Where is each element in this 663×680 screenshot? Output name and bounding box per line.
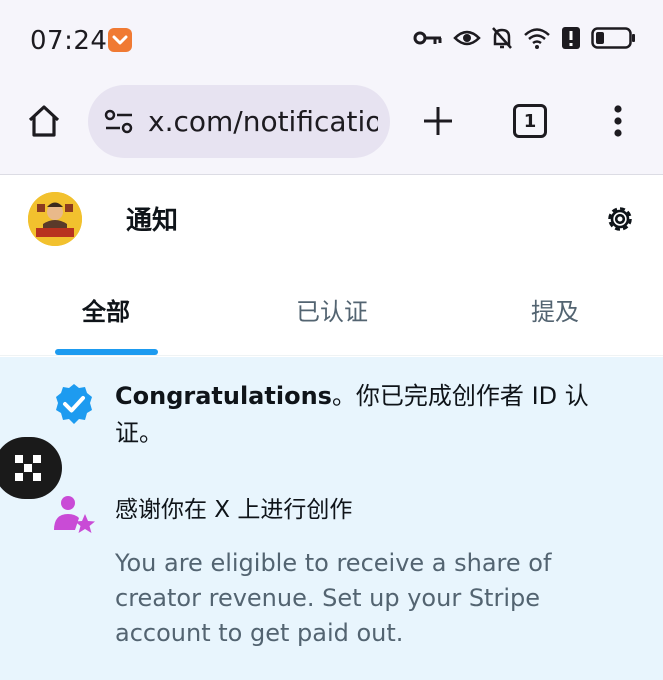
more-vert-icon [614, 105, 622, 137]
tab-count: 1 [523, 110, 537, 132]
notification-text: Congratulations。你已完成创作者 ID 认证。 [115, 378, 615, 452]
tab-mentions-label: 提及 [531, 298, 579, 326]
battery-icon [591, 27, 635, 49]
verified-badge-icon [52, 382, 96, 430]
tab-all-label: 全部 [82, 298, 130, 326]
key-icon [413, 31, 442, 45]
new-tab-button[interactable] [420, 103, 456, 139]
page-title: 通知 [126, 206, 179, 236]
tab-divider [0, 355, 663, 356]
home-icon [28, 105, 60, 137]
notification-body: You are eligible to receive a share of c… [115, 549, 552, 647]
wifi-icon [524, 28, 550, 49]
home-button[interactable] [24, 101, 64, 141]
avatar-image [28, 192, 82, 246]
tab-switcher-button[interactable]: 1 [513, 104, 547, 138]
notification-strong: Congratulations [115, 382, 332, 410]
site-settings-icon[interactable] [104, 107, 134, 141]
bell-off-icon [492, 27, 512, 49]
alert-icon [562, 27, 580, 49]
notification-title: 感谢你在 X 上进行创作 [115, 497, 353, 523]
tab-all[interactable]: 全部 [56, 292, 156, 327]
tab-mentions[interactable]: 提及 [505, 292, 605, 327]
app-notification-icon [108, 28, 132, 52]
browser-chrome: 07:24 x.com/notifications 1 [0, 0, 663, 175]
tab-verified[interactable]: 已认证 [272, 292, 392, 327]
avatar[interactable] [28, 192, 82, 246]
grid-x-icon [15, 455, 41, 481]
tab-verified-label: 已认证 [296, 298, 368, 326]
status-time: 07:24 [30, 26, 108, 56]
eye-icon [453, 30, 481, 46]
settings-button[interactable] [604, 203, 636, 239]
gear-icon [608, 207, 632, 231]
creator-icon [53, 494, 97, 542]
floating-app-button[interactable] [0, 437, 62, 499]
status-icons [413, 26, 637, 50]
address-bar[interactable]: x.com/notifications [88, 85, 390, 158]
plus-icon [424, 107, 452, 135]
menu-button[interactable] [606, 103, 630, 139]
url-text[interactable]: x.com/notifications [148, 105, 378, 138]
